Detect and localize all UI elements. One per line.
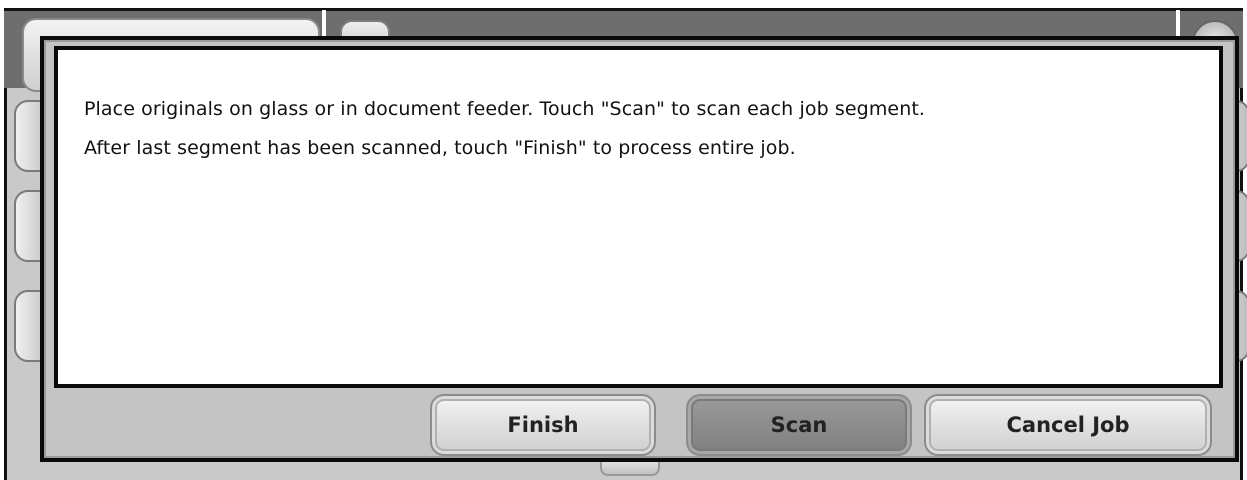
message-line: After last segment has been scanned, tou… xyxy=(84,137,796,159)
cancel-job-button-label: Cancel Job xyxy=(1006,413,1130,437)
message-line: Place originals on glass or in document … xyxy=(84,98,926,120)
message-box: Place originals on glass or in document … xyxy=(54,46,1223,388)
build-job-dialog: Place originals on glass or in document … xyxy=(40,36,1239,462)
scan-button[interactable]: Scan xyxy=(686,394,912,456)
cancel-job-button[interactable]: Cancel Job xyxy=(924,394,1212,456)
finish-button[interactable]: Finish xyxy=(430,394,656,456)
finish-button-label: Finish xyxy=(507,413,579,437)
scan-button-label: Scan xyxy=(770,413,828,437)
